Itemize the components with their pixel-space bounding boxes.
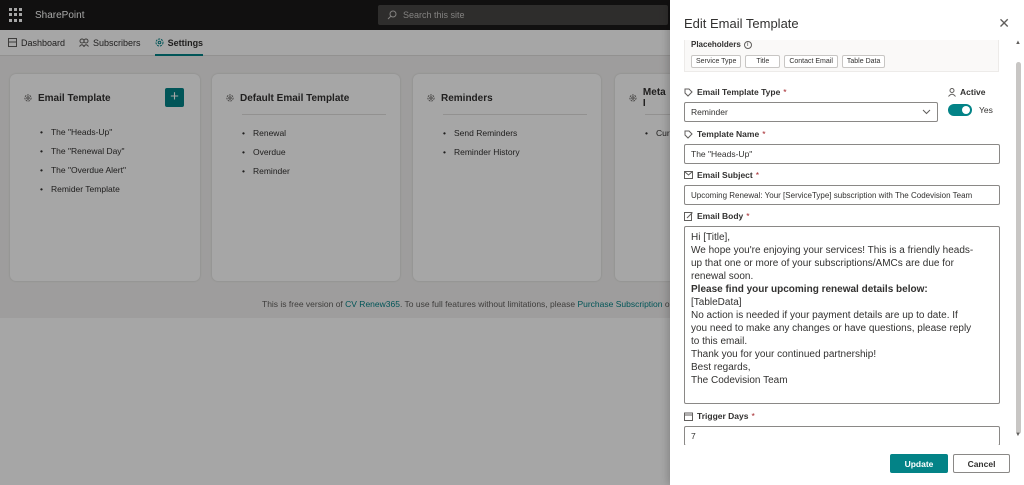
- tag-icon: [684, 130, 693, 139]
- field-label-text: Email Template Type: [697, 87, 781, 97]
- body-line: The Codevision Team: [691, 375, 788, 386]
- email-subject-field: Email Subject * Upcoming Renewal: Your [S…: [684, 169, 1000, 205]
- body-line: to this email.: [691, 336, 748, 347]
- active-field: Active Yes: [948, 86, 1008, 116]
- update-button[interactable]: Update: [890, 454, 948, 473]
- field-label: Active: [948, 86, 1008, 98]
- modal-overlay[interactable]: [0, 0, 670, 485]
- placeholder-chip[interactable]: Contact Email: [784, 55, 838, 68]
- field-label: Trigger Days *: [684, 410, 1000, 422]
- email-subject-input[interactable]: Upcoming Renewal: Your [ServiceType] sub…: [684, 185, 1000, 205]
- panel-footer: Update Cancel: [670, 445, 1024, 485]
- dropdown-value: Reminder: [691, 107, 728, 117]
- body-line: [TableData]: [691, 297, 742, 308]
- field-label-text: Trigger Days: [697, 411, 749, 421]
- placeholder-chip[interactable]: Title: [745, 55, 781, 68]
- template-type-dropdown[interactable]: Reminder: [684, 102, 938, 122]
- body-line: Hi [Title],: [691, 232, 731, 243]
- cancel-button[interactable]: Cancel: [953, 454, 1010, 473]
- info-icon[interactable]: i: [743, 40, 752, 49]
- placeholder-chip[interactable]: Table Data: [841, 55, 886, 68]
- field-label: Template Name *: [684, 128, 1000, 140]
- field-label-text: Email Subject: [697, 170, 753, 180]
- body-line: renewal soon.: [691, 271, 754, 282]
- scroll-down-icon[interactable]: ▼: [1014, 432, 1022, 442]
- email-body-textarea[interactable]: Hi [Title], We hope you're enjoying your…: [684, 226, 1000, 404]
- edit-email-template-panel: Edit Email Template ✕ Placeholders i Ser…: [670, 0, 1024, 485]
- calendar-icon: [684, 412, 693, 421]
- field-label-text: Template Name: [697, 129, 760, 139]
- trigger-days-input[interactable]: 7: [684, 426, 1000, 445]
- field-label: Email Subject *: [684, 169, 1000, 181]
- scroll-thumb[interactable]: [1016, 62, 1021, 434]
- person-icon: [948, 87, 956, 97]
- field-label-text: Email Body: [697, 211, 744, 221]
- template-name-field: Template Name * The "Heads-Up": [684, 128, 1000, 164]
- tag-icon: [684, 88, 693, 97]
- email-body-field: Email Body * Hi [Title], We hope you're e…: [684, 210, 1000, 404]
- body-line: No action is needed if your payment deta…: [691, 310, 958, 321]
- field-label-text: Active: [960, 87, 986, 97]
- required-mark: *: [746, 211, 750, 221]
- panel-body: Placeholders i Service Type Title Contac…: [670, 40, 1024, 445]
- mail-icon: [684, 171, 693, 179]
- body-line: up that one or more of your subscription…: [691, 258, 954, 269]
- panel-title: Edit Email Template: [684, 16, 799, 31]
- body-line: Please find your upcoming renewal detail…: [691, 284, 928, 295]
- chevron-down-icon: [922, 109, 931, 115]
- placeholders-section: Placeholders i Service Type Title Contac…: [684, 40, 999, 72]
- required-mark: *: [751, 411, 755, 421]
- body-line: We hope you're enjoying your services! T…: [691, 245, 974, 256]
- close-icon[interactable]: ✕: [998, 16, 1010, 30]
- trigger-days-field: Trigger Days * 7: [684, 410, 1000, 445]
- active-toggle[interactable]: [948, 104, 972, 116]
- body-line: Best regards,: [691, 362, 751, 373]
- toggle-state-label: Yes: [979, 105, 993, 115]
- required-mark: *: [755, 170, 760, 180]
- template-name-input[interactable]: The "Heads-Up": [684, 144, 1000, 164]
- scroll-up-icon[interactable]: ▲: [1014, 40, 1022, 50]
- placeholders-label-text: Placeholders: [691, 40, 741, 49]
- placeholder-chip[interactable]: Service Type: [691, 55, 742, 68]
- body-line: you need to make any changes or have que…: [691, 323, 972, 334]
- required-mark: *: [762, 129, 766, 139]
- body-line: Thank you for your continued partnership…: [691, 349, 877, 360]
- field-label: Email Template Type *: [684, 86, 938, 98]
- field-label: Email Body *: [684, 210, 1000, 222]
- edit-icon: [684, 211, 693, 221]
- required-mark: *: [783, 87, 787, 97]
- template-type-field: Email Template Type * Reminder: [684, 86, 938, 122]
- panel-scrollbar[interactable]: ▲ ▼: [1014, 40, 1022, 442]
- placeholders-label: Placeholders i: [691, 40, 992, 51]
